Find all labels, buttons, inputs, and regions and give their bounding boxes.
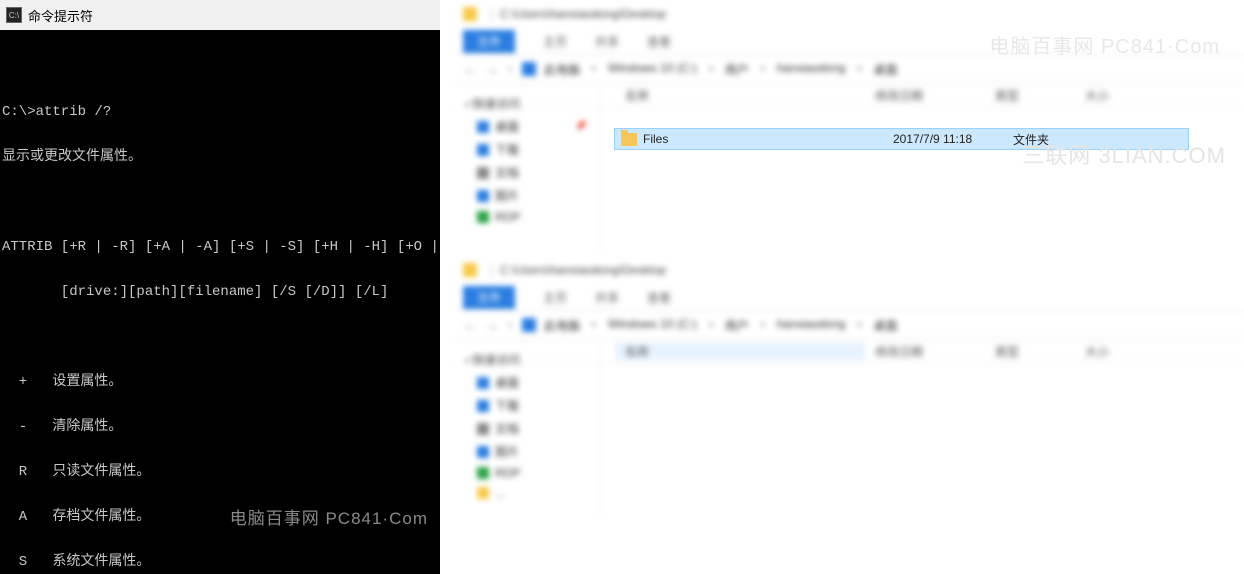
- ribbon-view-tab[interactable]: 查看: [647, 33, 671, 50]
- explorer-titlebar[interactable]: C:\Users\hanxiaodong\Desktop: [455, 256, 1244, 284]
- address-bar[interactable]: ← → ↑ 此电脑› Windows 10 (C:)› 用户› hanxiaod…: [455, 310, 1244, 340]
- pc-icon: [522, 318, 536, 332]
- file-explorer-window-bottom: C:\Users\hanxiaodong\Desktop 文件 主页 共享 查看…: [455, 256, 1244, 516]
- explorer-title: C:\Users\hanxiaodong\Desktop: [500, 263, 666, 277]
- sidebar-item-folder[interactable]: ...: [461, 483, 593, 503]
- term-line: C:\>attrib /?: [2, 105, 438, 120]
- header-date[interactable]: 修改日期: [865, 87, 985, 104]
- explorer-title: C:\Users\hanxiaodong\Desktop: [500, 7, 666, 21]
- ribbon-home-tab[interactable]: 主页: [543, 289, 567, 306]
- sidebar-item-downloads[interactable]: 下载: [461, 138, 593, 161]
- command-prompt-window: C:\ 命令提示符 C:\>attrib /? 显示或更改文件属性。 ATTRI…: [0, 0, 440, 574]
- terminal-output[interactable]: C:\>attrib /? 显示或更改文件属性。 ATTRIB [+R | -R…: [0, 30, 440, 574]
- header-type[interactable]: 类型: [985, 343, 1075, 360]
- header-type[interactable]: 类型: [985, 87, 1075, 104]
- sidebar-item-desktop[interactable]: 桌面: [461, 371, 593, 394]
- folder-icon: [621, 133, 637, 146]
- term-line: ATTRIB [+R | -R] [+A | -A] [+S | -S] [+H…: [2, 240, 438, 255]
- cmd-icon: C:\: [6, 7, 22, 23]
- sidebar-item-downloads[interactable]: 下载: [461, 394, 593, 417]
- folder-icon: [463, 7, 477, 21]
- sidebar-item-rdp[interactable]: RDP: [461, 463, 593, 483]
- ribbon-file-tab[interactable]: 文件: [463, 286, 515, 309]
- navigation-pane[interactable]: ▾快速访问 桌面📌 下载 文档 图片 RDP: [455, 84, 600, 250]
- ribbon-view-tab[interactable]: 查看: [647, 289, 671, 306]
- sidebar-item-pictures[interactable]: 图片: [461, 184, 593, 207]
- nav-forward-icon[interactable]: →: [485, 317, 499, 333]
- file-date: 2017/7/9 11:18: [893, 132, 1013, 146]
- sidebar-item-pictures[interactable]: 图片: [461, 440, 593, 463]
- pc-icon: [522, 62, 536, 76]
- sidebar-item-desktop[interactable]: 桌面📌: [461, 115, 593, 138]
- ribbon-file-tab[interactable]: 文件: [463, 30, 515, 53]
- header-name[interactable]: 名称: [615, 87, 865, 104]
- term-line: [drive:][path][filename] [/S [/D]] [/L]: [2, 285, 438, 300]
- header-size[interactable]: 大小: [1075, 87, 1155, 104]
- term-line: S 系统文件属性。: [2, 555, 438, 570]
- nav-up-icon[interactable]: ↑: [507, 317, 514, 333]
- header-date[interactable]: 修改日期: [865, 343, 985, 360]
- watermark: 电脑百事网 PC841·Com: [230, 504, 428, 529]
- folder-icon: [463, 263, 477, 277]
- explorer-titlebar[interactable]: C:\Users\hanxiaodong\Desktop: [455, 0, 1244, 28]
- term-line: R 只读文件属性。: [2, 465, 438, 480]
- terminal-title: 命令提示符: [28, 6, 93, 25]
- ribbon: 文件 主页 共享 查看: [455, 284, 1244, 310]
- ribbon-share-tab[interactable]: 共享: [595, 289, 619, 306]
- file-name: Files: [643, 132, 893, 146]
- ribbon-share-tab[interactable]: 共享: [595, 33, 619, 50]
- nav-back-icon[interactable]: ←: [463, 317, 477, 333]
- sidebar-item-documents[interactable]: 文档: [461, 161, 593, 184]
- nav-back-icon[interactable]: ←: [463, 61, 477, 77]
- header-size[interactable]: 大小: [1075, 343, 1155, 360]
- watermark: 三联网 3LIAN.COM: [1022, 138, 1226, 170]
- header-name[interactable]: 名称: [615, 343, 865, 360]
- terminal-titlebar[interactable]: C:\ 命令提示符: [0, 0, 440, 30]
- sidebar-item-documents[interactable]: 文档: [461, 417, 593, 440]
- nav-up-icon[interactable]: ↑: [507, 61, 514, 77]
- sidebar-item-rdp[interactable]: RDP: [461, 207, 593, 227]
- nav-forward-icon[interactable]: →: [485, 61, 499, 77]
- breadcrumb[interactable]: 此电脑› Windows 10 (C:)› 用户› hanxiaodong› 桌…: [544, 61, 897, 78]
- watermark: 电脑百事网 PC841·Com: [989, 30, 1220, 59]
- term-line: - 清除属性。: [2, 420, 438, 435]
- breadcrumb[interactable]: 此电脑› Windows 10 (C:)› 用户› hanxiaodong› 桌…: [544, 317, 897, 334]
- navigation-pane[interactable]: ▾快速访问 桌面 下载 文档 图片 RDP ...: [455, 340, 600, 516]
- ribbon-home-tab[interactable]: 主页: [543, 33, 567, 50]
- term-line: 显示或更改文件属性。: [2, 150, 438, 165]
- term-line: + 设置属性。: [2, 375, 438, 390]
